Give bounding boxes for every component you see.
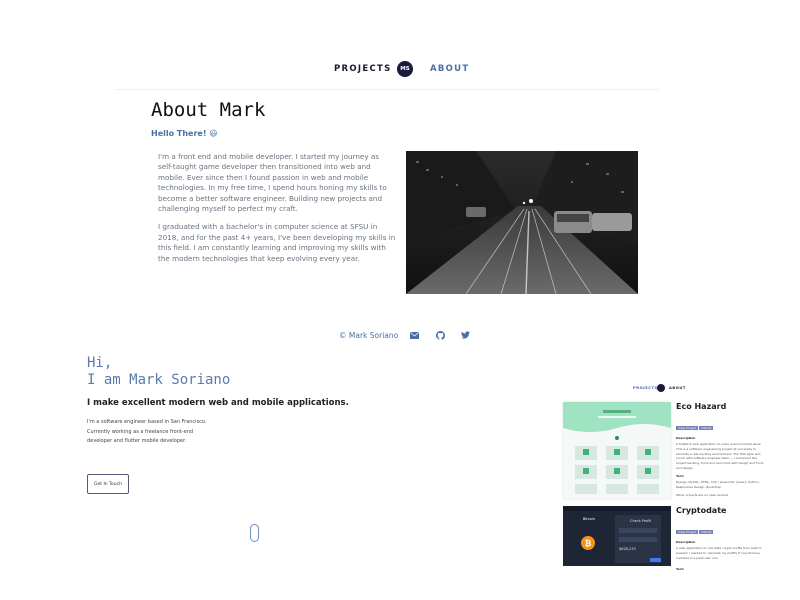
twitter-icon[interactable] <box>460 330 470 340</box>
cryptodate-submit-button <box>650 558 661 562</box>
cryptodate-amount: $628,233 <box>619 547 636 551</box>
cryptodate-input-1 <box>619 528 657 533</box>
eco-hazard-github-tag[interactable]: Github <box>699 426 714 430</box>
city-street-photo <box>406 151 638 294</box>
cryptodate-title: Cryptodate <box>676 506 727 515</box>
cryptodate-view-project-tag[interactable]: View Project <box>676 530 699 534</box>
logo-badge[interactable]: MS <box>397 61 413 77</box>
hero-desc-line-2: Currently working as a freelance front-e… <box>87 428 194 435</box>
bitcoin-icon: ₿ <box>581 536 595 550</box>
eco-hazard-desc-heading: Description <box>676 436 696 440</box>
about-bio: I'm a front end and mobile developer. I … <box>158 152 396 272</box>
github-icon[interactable] <box>435 330 445 340</box>
cryptodate-details: Cryptodate View Project Github Descriptio… <box>676 506 768 571</box>
scroll-indicator-icon <box>250 524 259 542</box>
bio-paragraph-1: I'm a front end and mobile developer. I … <box>158 152 387 214</box>
eco-hazard-note: Other projects are on open source! <box>676 493 729 497</box>
cryptodate-github-tag[interactable]: Github <box>699 530 714 534</box>
hero-greeting-line-1: Hi, <box>87 355 113 371</box>
hero-greeting: Hi, I am Mark Soriano <box>87 355 230 389</box>
cryptodate-desc: A web application to calculate crypto pr… <box>676 546 762 560</box>
nav-projects-link[interactable]: PROJECTS <box>334 64 392 74</box>
eco-hazard-details: Eco Hazard View Project Github Descriptio… <box>676 402 768 498</box>
about-title: About Mark <box>151 99 266 121</box>
cryptodate-tech-heading: Tech <box>676 567 684 571</box>
preview-nav-projects[interactable]: PROJECTS <box>633 386 658 390</box>
hero-tagline: I make excellent modern web and mobile a… <box>87 398 349 408</box>
preview-nav-about[interactable]: ABOUT <box>669 386 686 390</box>
cryptodate-input-2 <box>619 537 657 542</box>
eco-hazard-tech-heading: Tech <box>676 474 684 478</box>
nav-divider <box>115 89 660 90</box>
hero-description: I'm a software engineer based in San Fra… <box>87 418 206 447</box>
about-greeting: Hello There! 😃 <box>151 129 218 138</box>
cryptodate-coin-label: Bitcoin <box>583 517 596 521</box>
footer-copyright: © Mark Soriano <box>339 331 399 340</box>
eco-hazard-title: Eco Hazard <box>676 402 727 411</box>
hero-desc-line-1: I'm a software engineer based in San Fra… <box>87 419 207 425</box>
eco-hazard-tech: Django, MySQL, HTML, CSS / Javascript, j… <box>676 480 760 489</box>
cryptodate-screenshot[interactable]: Bitcoin ₿ Check Profit $628,233 <box>563 506 671 566</box>
eco-hazard-view-project-tag[interactable]: View Project <box>676 426 699 430</box>
eco-hazard-screenshot[interactable] <box>563 402 671 499</box>
bio-paragraph-2: I graduated with a bachelor's in compute… <box>158 222 396 263</box>
preview-logo-badge <box>657 384 665 392</box>
envelope-icon[interactable] <box>409 330 419 340</box>
cryptodate-desc-heading: Description <box>676 540 696 544</box>
hero-desc-line-3: developer and flutter mobile developer. <box>87 438 187 444</box>
hero-greeting-line-2: I am Mark Soriano <box>87 372 231 388</box>
nav-about-link[interactable]: ABOUT <box>430 64 469 74</box>
get-in-touch-button[interactable]: Get In Touch <box>87 474 129 494</box>
eco-hazard-desc: A fullstack web application to solve env… <box>676 442 765 470</box>
cryptodate-topbar <box>563 506 671 511</box>
cryptodate-form-heading: Check Profit <box>630 519 652 523</box>
